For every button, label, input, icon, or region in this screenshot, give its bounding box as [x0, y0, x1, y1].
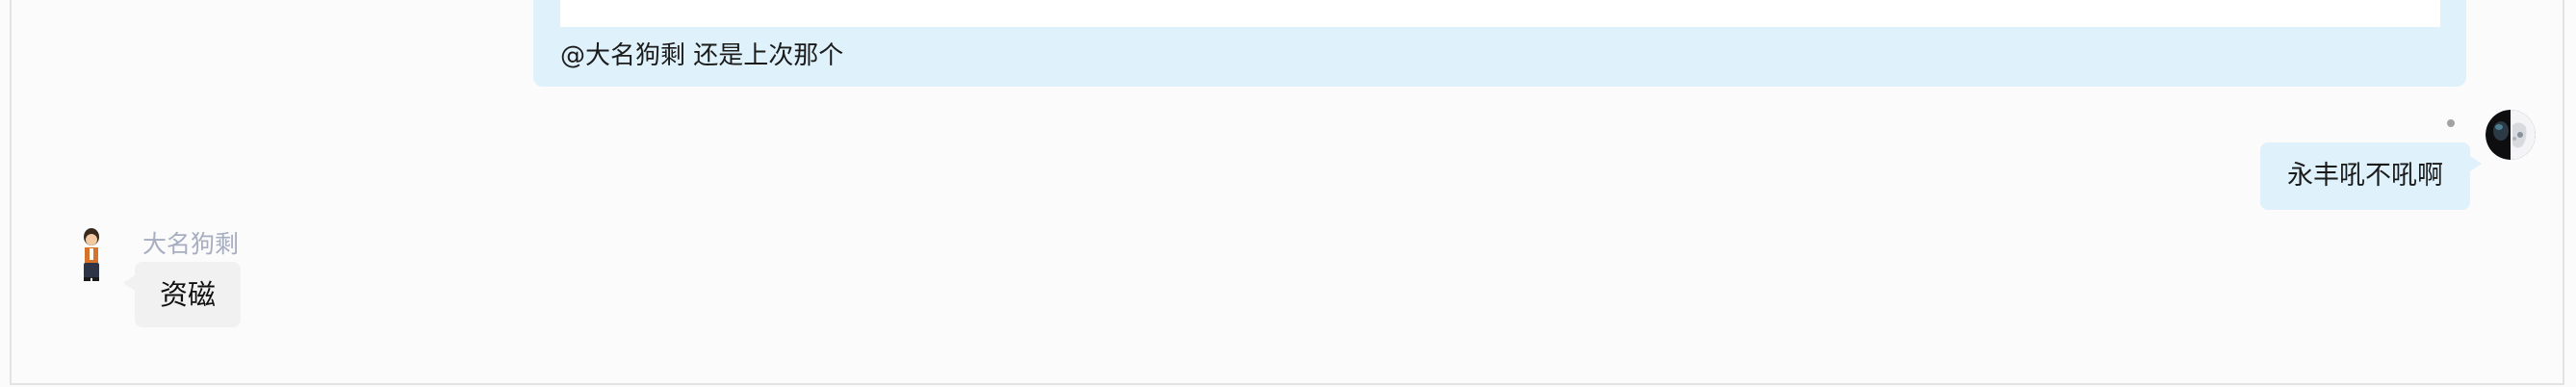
chat-panel: @大名狗剩 还是上次那个 永丰吼不吼啊 大名狗剩 资磁 — [10, 0, 2564, 385]
outgoing-message-bubble[interactable]: @大名狗剩 还是上次那个 — [533, 0, 2466, 87]
status-dot-icon — [2447, 119, 2455, 127]
sender-name[interactable]: 大名狗剩 — [142, 227, 239, 262]
user-avatar-icon[interactable] — [2486, 110, 2536, 160]
outgoing-message-bubble[interactable]: 永丰吼不吼啊 — [2260, 142, 2482, 210]
message-text: 资磁 — [160, 278, 217, 311]
incoming-message-bubble[interactable]: 资磁 — [122, 262, 242, 327]
character-avatar-icon[interactable] — [75, 227, 108, 281]
message-text: 永丰吼不吼啊 — [2287, 161, 2443, 191]
quoted-content-card[interactable] — [560, 0, 2440, 27]
message-text: @大名狗剩 还是上次那个 — [560, 41, 844, 70]
